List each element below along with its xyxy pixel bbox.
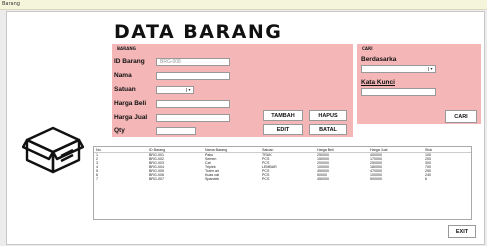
barang-table[interactable]: No. ID Barang Nama Barang Satuan Harga B… xyxy=(93,146,472,220)
window-title: Barang xyxy=(2,1,20,7)
cell-stok: 6 xyxy=(425,177,427,181)
batal-button[interactable]: BATAL xyxy=(309,124,347,135)
nama-label: Nama xyxy=(114,72,132,79)
kata-kunci-field[interactable] xyxy=(361,88,436,96)
tambah-button[interactable]: TAMBAH xyxy=(263,110,303,121)
exit-button[interactable]: EXIT xyxy=(448,225,476,238)
col-header-nama: Nama Barang xyxy=(205,148,228,152)
cell-nama: Spandek xyxy=(205,177,220,181)
cari-panel-title: CARI xyxy=(362,46,373,51)
cell-harga-beli: 450000 xyxy=(317,177,329,181)
col-header-harga-beli: Harga Beli xyxy=(317,148,334,152)
berdasarkan-label: Berdasarka xyxy=(361,56,397,63)
cell-id: BRG-007 xyxy=(149,177,164,181)
harga-beli-label: Harga Beli xyxy=(114,100,147,107)
qty-label: Qty xyxy=(114,127,125,134)
cari-button[interactable]: CARI xyxy=(445,110,477,123)
berdasarkan-combo[interactable]: ▾ xyxy=(361,65,436,73)
chevron-down-icon[interactable]: ▾ xyxy=(186,88,192,92)
satuan-label: Satuan xyxy=(114,86,136,93)
qty-field[interactable] xyxy=(156,127,196,135)
box-icon xyxy=(22,126,84,174)
barang-panel-title: BARANG xyxy=(117,46,136,51)
col-header-satuan: Satuan xyxy=(262,148,274,152)
col-header-harga-jual: Harga Jual xyxy=(370,148,388,152)
id-barang-label: ID Barang xyxy=(114,58,145,65)
table-row[interactable]: 7 BRG-007 Spandek PCS 450000 500000 6 xyxy=(94,177,471,181)
id-barang-field[interactable]: BRG-008 xyxy=(156,58,230,66)
cell-harga-jual: 500000 xyxy=(370,177,382,181)
cell-satuan: PCS xyxy=(262,177,270,181)
edit-button[interactable]: EDIT xyxy=(263,124,303,135)
satuan-combo[interactable]: ▾ xyxy=(156,86,194,94)
col-header-stok: Stok xyxy=(425,148,433,152)
col-header-no: No. xyxy=(96,148,102,152)
page-title: DATA BARANG xyxy=(114,21,283,43)
col-header-id: ID Barang xyxy=(149,148,166,152)
cell-no: 7 xyxy=(96,177,98,181)
chevron-down-icon[interactable]: ▾ xyxy=(428,67,434,71)
window-titlebar: Barang xyxy=(0,0,487,10)
hapus-button[interactable]: HAPUS xyxy=(309,110,347,121)
harga-jual-label: Harga Jual xyxy=(114,114,148,121)
harga-beli-field[interactable] xyxy=(156,100,230,108)
nama-field[interactable] xyxy=(156,72,230,80)
kata-kunci-label: Kata Kunci xyxy=(361,79,395,86)
harga-jual-field[interactable] xyxy=(156,114,230,122)
